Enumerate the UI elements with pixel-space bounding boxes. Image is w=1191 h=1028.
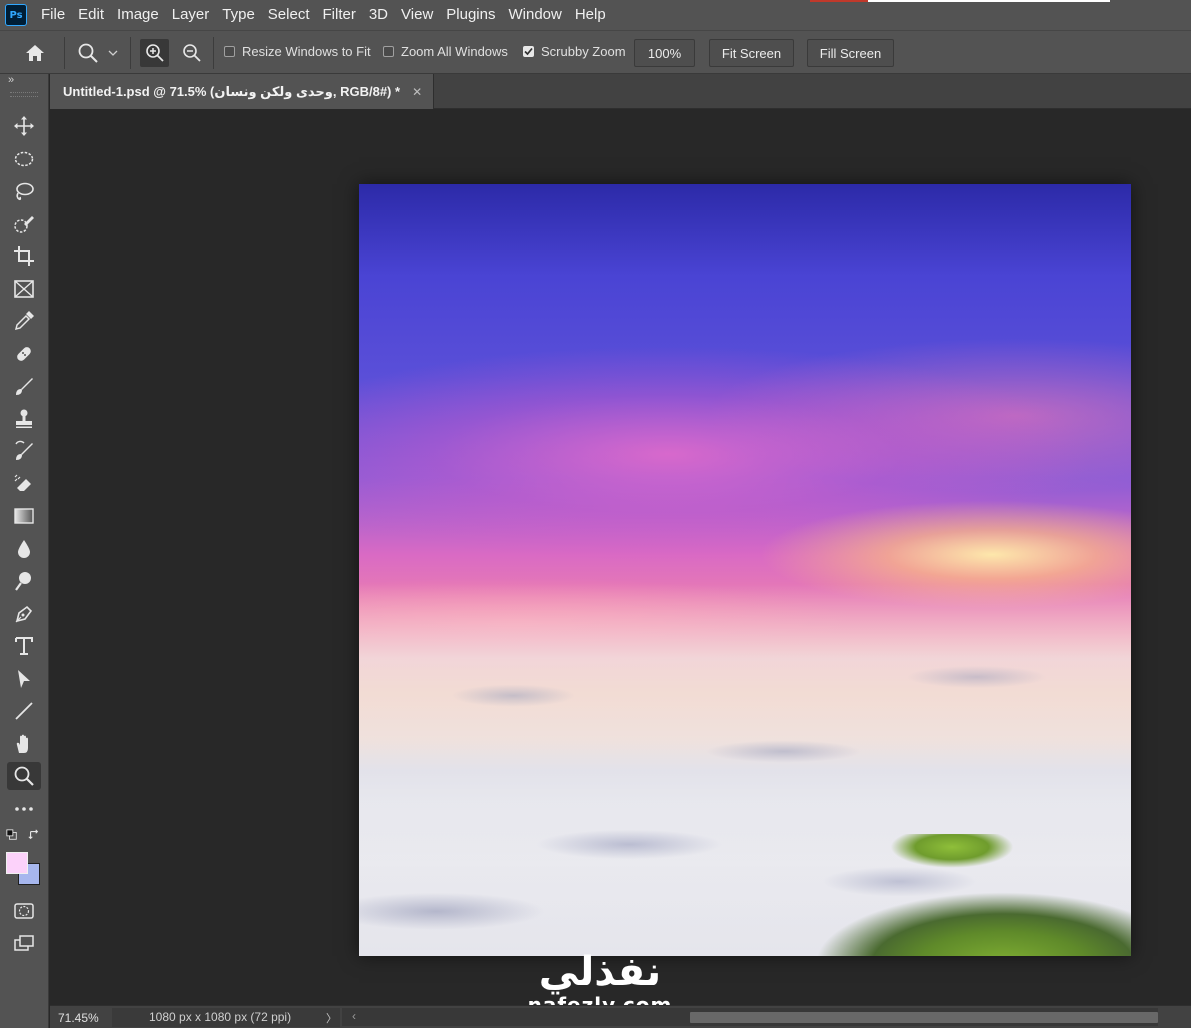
zoom-level-field[interactable]: 71.45% bbox=[58, 1011, 99, 1025]
scrubby-zoom-label: Scrubby Zoom bbox=[541, 44, 626, 59]
menu-3d[interactable]: 3D bbox=[365, 0, 397, 30]
title-progress-accent bbox=[810, 0, 868, 2]
move-tool-icon[interactable] bbox=[7, 112, 41, 140]
panel-grip[interactable] bbox=[10, 92, 38, 97]
zoom-out-icon[interactable] bbox=[177, 39, 206, 67]
crop-icon[interactable] bbox=[7, 242, 41, 270]
foreground-color-swatch[interactable] bbox=[6, 852, 28, 874]
status-bar: 71.45% 1080 px x 1080 px (72 ppi) 〉 ‹ bbox=[50, 1005, 1191, 1028]
blur-drop-icon[interactable] bbox=[7, 535, 41, 563]
zoom-in-icon[interactable] bbox=[140, 39, 169, 67]
tools-panel: » bbox=[0, 74, 49, 1028]
quick-selection-icon[interactable] bbox=[7, 210, 41, 238]
default-colors-icon[interactable] bbox=[4, 827, 20, 843]
menu-type[interactable]: Type bbox=[218, 0, 264, 30]
menu-window[interactable]: Window bbox=[504, 0, 570, 30]
green-mountain-peak bbox=[799, 834, 1131, 956]
scroll-left-icon[interactable]: ‹ bbox=[352, 1009, 356, 1023]
zoom-all-windows-option[interactable]: Zoom All Windows bbox=[383, 44, 508, 59]
elliptical-marquee-icon[interactable] bbox=[7, 145, 41, 173]
options-separator bbox=[130, 37, 131, 69]
menu-view[interactable]: View bbox=[397, 0, 442, 30]
healing-brush-icon[interactable] bbox=[7, 340, 41, 368]
document-tab-bar: Untitled-1.psd @ 71.5% (وحدى ولكن ونسان,… bbox=[50, 74, 1191, 109]
type-icon[interactable] bbox=[7, 632, 41, 660]
menu-select[interactable]: Select bbox=[264, 0, 319, 30]
path-selection-icon[interactable] bbox=[7, 665, 41, 693]
collapse-panel-icon[interactable]: » bbox=[8, 74, 14, 86]
resize-windows-label: Resize Windows to Fit bbox=[242, 44, 371, 59]
options-bar: Resize Windows to Fit Zoom All Windows S… bbox=[0, 30, 1191, 74]
dodge-icon[interactable] bbox=[7, 567, 41, 595]
eyedropper-icon[interactable] bbox=[7, 307, 41, 335]
screen-mode-icon[interactable] bbox=[7, 929, 41, 957]
menu-edit[interactable]: Edit bbox=[74, 0, 113, 30]
menu-bar: Ps File Edit Image Layer Type Select Fil… bbox=[0, 0, 1191, 30]
watermark-arabic-text: نفذلي bbox=[538, 949, 662, 995]
scrollbar-thumb[interactable] bbox=[690, 1012, 1158, 1023]
zoom-100-button[interactable]: 100% bbox=[634, 39, 695, 67]
resize-windows-option[interactable]: Resize Windows to Fit bbox=[224, 44, 371, 59]
options-separator bbox=[213, 37, 214, 69]
home-icon[interactable] bbox=[22, 41, 48, 65]
scrubby-zoom-option[interactable]: Scrubby Zoom bbox=[523, 44, 626, 59]
checkmark-icon bbox=[524, 47, 533, 56]
zoom-tool-icon[interactable] bbox=[7, 762, 41, 790]
history-brush-icon[interactable] bbox=[7, 437, 41, 465]
menu-layer[interactable]: Layer bbox=[168, 0, 219, 30]
canvas-workspace[interactable] bbox=[50, 109, 1191, 1005]
status-menu-arrow-icon[interactable]: 〉 bbox=[326, 1010, 337, 1026]
brush-icon[interactable] bbox=[7, 372, 41, 400]
options-separator bbox=[64, 37, 65, 69]
fit-screen-button[interactable]: Fit Screen bbox=[709, 39, 794, 67]
close-icon[interactable]: ✕ bbox=[412, 85, 422, 99]
document-tab-title: Untitled-1.psd @ 71.5% (وحدى ولكن ونسان,… bbox=[63, 83, 401, 99]
document-tab[interactable]: Untitled-1.psd @ 71.5% (وحدى ولكن ونسان,… bbox=[50, 74, 434, 109]
menu-image[interactable]: Image bbox=[113, 0, 168, 30]
zoom-all-windows-checkbox[interactable] bbox=[383, 46, 394, 57]
menu-help[interactable]: Help bbox=[571, 0, 615, 30]
document-info[interactable]: 1080 px x 1080 px (72 ppi) bbox=[112, 1008, 340, 1027]
lasso-icon[interactable] bbox=[7, 177, 41, 205]
more-tools-icon[interactable] bbox=[7, 795, 41, 823]
menu-plugins[interactable]: Plugins bbox=[442, 0, 504, 30]
line-icon[interactable] bbox=[7, 697, 41, 725]
resize-windows-checkbox[interactable] bbox=[224, 46, 235, 57]
eraser-icon[interactable] bbox=[7, 470, 41, 498]
menu-filter[interactable]: Filter bbox=[319, 0, 365, 30]
zoom-preset-icon[interactable] bbox=[75, 41, 101, 65]
hand-icon[interactable] bbox=[7, 730, 41, 758]
scrubby-zoom-checkbox[interactable] bbox=[523, 46, 534, 57]
fill-screen-button[interactable]: Fill Screen bbox=[807, 39, 894, 67]
gradient-icon[interactable] bbox=[7, 502, 41, 530]
photoshop-logo-icon[interactable]: Ps bbox=[5, 4, 27, 26]
menu-file[interactable]: File bbox=[37, 0, 74, 30]
quick-mask-icon[interactable] bbox=[7, 897, 41, 925]
pen-icon[interactable] bbox=[7, 600, 41, 628]
swap-colors-icon[interactable] bbox=[26, 827, 42, 843]
zoom-all-windows-label: Zoom All Windows bbox=[401, 44, 508, 59]
chevron-down-icon[interactable] bbox=[104, 45, 122, 61]
document-canvas[interactable] bbox=[359, 184, 1131, 956]
clone-stamp-icon[interactable] bbox=[7, 405, 41, 433]
frame-icon[interactable] bbox=[7, 275, 41, 303]
